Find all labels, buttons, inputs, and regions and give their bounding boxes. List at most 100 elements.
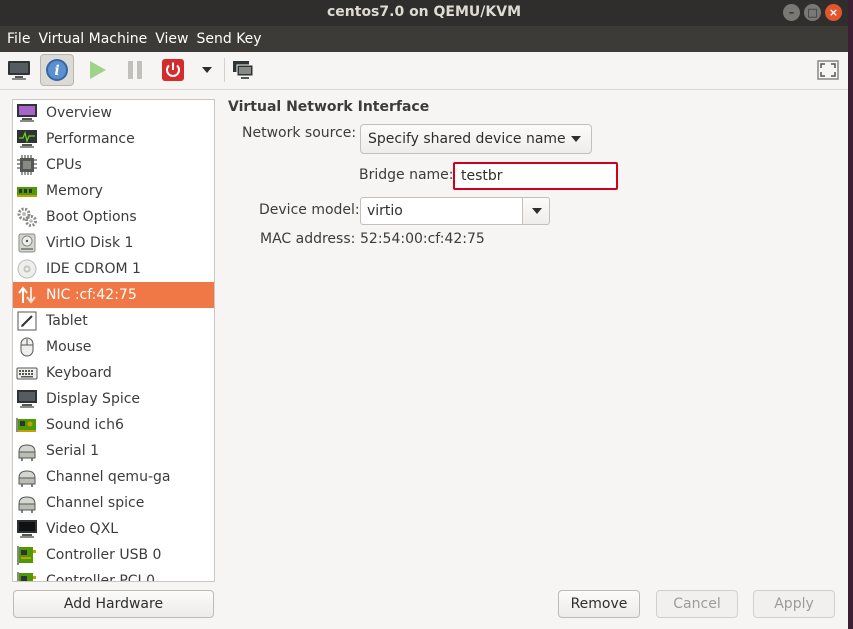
mouse-icon <box>16 336 38 358</box>
console-button[interactable] <box>2 54 36 86</box>
mac-address-value: 52:54:00:cf:42:75 <box>360 231 485 247</box>
sidebar-item-label: VirtIO Disk 1 <box>46 235 134 251</box>
add-hardware-button[interactable]: Add Hardware <box>13 590 214 618</box>
sidebar-item-label: Display Spice <box>46 391 141 407</box>
sidebar-item-label: CPUs <box>46 157 82 173</box>
network-source-value: Specify shared device name <box>368 131 566 147</box>
apply-button[interactable]: Apply <box>753 590 835 618</box>
sidebar-item-label: Channel qemu-ga <box>46 469 171 485</box>
sidebar-item-label: Controller PCI 0 <box>46 573 156 582</box>
serial-icon <box>16 440 38 462</box>
sidebar-item-mouse[interactable]: Mouse <box>13 334 214 360</box>
remove-button[interactable]: Remove <box>558 590 640 618</box>
sidebar-item-cpus[interactable]: CPUs <box>13 152 214 178</box>
details-button[interactable]: i <box>40 54 74 86</box>
controller-icon <box>16 570 38 581</box>
sidebar-item-virtio-disk-1[interactable]: VirtIO Disk 1 <box>13 230 214 256</box>
sound-card-icon <box>16 414 38 436</box>
bridge-name-value: testbr <box>461 168 503 184</box>
chevron-down-icon <box>202 67 212 73</box>
sidebar-item-serial-1[interactable]: Serial 1 <box>13 438 214 464</box>
menu-view[interactable]: View <box>152 31 191 47</box>
snapshots-button[interactable] <box>226 54 260 86</box>
gears-icon <box>16 206 38 228</box>
maximize-button[interactable]: □ <box>804 4 821 21</box>
shutdown-button[interactable] <box>156 54 190 86</box>
section-title: Virtual Network Interface <box>228 99 430 115</box>
sidebar-item-label: Keyboard <box>46 365 112 381</box>
sidebar-item-ide-cdrom-1[interactable]: IDE CDROM 1 <box>13 256 214 282</box>
performance-icon <box>16 128 38 150</box>
sidebar-item-label: Overview <box>46 105 112 121</box>
play-icon <box>90 61 106 79</box>
sidebar-item-controller-usb-0[interactable]: Controller USB 0 <box>13 542 214 568</box>
menu-virtual-machine[interactable]: Virtual Machine <box>35 31 150 47</box>
menu-send-key[interactable]: Send Key <box>193 31 264 47</box>
desktop-background-strip <box>848 0 853 629</box>
sidebar-item-display-spice[interactable]: Display Spice <box>13 386 214 412</box>
disk-icon <box>16 232 38 254</box>
network-icon <box>16 284 38 306</box>
cdrom-icon <box>16 258 38 280</box>
power-icon <box>162 59 184 81</box>
chevron-down-icon <box>571 136 581 142</box>
toolbar: i <box>0 52 848 90</box>
window-title: centos7.0 on QEMU/KVM <box>326 4 522 20</box>
device-model-entry[interactable]: virtio <box>360 197 523 225</box>
toolbar-separator <box>224 58 225 82</box>
title-bar: centos7.0 on QEMU/KVM – □ × <box>0 0 848 26</box>
sidebar-item-channel-spice[interactable]: Channel spice <box>13 490 214 516</box>
menu-file[interactable]: File <box>4 31 33 47</box>
sidebar-item-label: Boot Options <box>46 209 137 225</box>
sidebar-item-boot-options[interactable]: Boot Options <box>13 204 214 230</box>
run-button[interactable] <box>80 54 114 86</box>
minimize-button[interactable]: – <box>783 4 800 21</box>
window-controls: – □ × <box>783 4 842 21</box>
tablet-icon <box>16 310 38 332</box>
sidebar-item-memory[interactable]: Memory <box>13 178 214 204</box>
sidebar-item-label: NIC :cf:42:75 <box>46 287 137 303</box>
cancel-button[interactable]: Cancel <box>656 590 738 618</box>
memory-icon <box>16 180 38 202</box>
channel-icon <box>16 492 38 514</box>
sidebar-item-overview[interactable]: Overview <box>13 100 214 126</box>
sidebar-item-video-qxl[interactable]: Video QXL <box>13 516 214 542</box>
keyboard-icon <box>16 362 38 384</box>
info-icon: i <box>46 59 68 81</box>
shutdown-menu-button[interactable] <box>190 54 224 86</box>
fullscreen-button[interactable] <box>811 54 845 86</box>
sidebar-item-performance[interactable]: Performance <box>13 126 214 152</box>
hardware-list[interactable]: Overview Performance CPUs Memory Boot Op… <box>12 99 215 582</box>
chevron-down-icon <box>532 208 542 214</box>
monitor-purple-icon <box>16 102 38 124</box>
sidebar-item-tablet[interactable]: Tablet <box>13 308 214 334</box>
sidebar-item-label: Tablet <box>46 313 88 329</box>
sidebar-item-label: IDE CDROM 1 <box>46 261 141 277</box>
channel-icon <box>16 466 38 488</box>
sidebar-item-keyboard[interactable]: Keyboard <box>13 360 214 386</box>
sidebar-item-nic[interactable]: NIC :cf:42:75 <box>13 282 214 308</box>
network-source-combo[interactable]: Specify shared device name <box>360 124 592 154</box>
close-button[interactable]: × <box>825 4 842 21</box>
bridge-name-field[interactable]: testbr <box>453 162 618 190</box>
sidebar-item-label: Channel spice <box>46 495 145 511</box>
monitor-icon <box>8 61 30 80</box>
bridge-name-label: Bridge name: <box>359 167 454 183</box>
pause-button[interactable] <box>118 54 152 86</box>
network-source-label: Network source: <box>242 125 357 141</box>
sidebar-item-channel-qemu-ga[interactable]: Channel qemu-ga <box>13 464 214 490</box>
sidebar-item-sound-ich6[interactable]: Sound ich6 <box>13 412 214 438</box>
sidebar-item-controller-pci-0[interactable]: Controller PCI 0 <box>13 568 214 582</box>
display-icon <box>16 388 38 410</box>
sidebar-item-label: Mouse <box>46 339 92 355</box>
pause-icon <box>128 61 142 79</box>
fullscreen-icon <box>817 60 839 80</box>
snapshot-icon <box>233 61 254 79</box>
menu-bar: File Virtual Machine View Send Key <box>0 26 848 52</box>
sidebar-item-label: Sound ich6 <box>46 417 124 433</box>
controller-icon <box>16 544 38 566</box>
device-model-dropdown-button[interactable] <box>522 197 550 225</box>
svg-text:i: i <box>54 63 59 79</box>
device-model-value: virtio <box>367 203 403 219</box>
mac-address-label: MAC address: <box>260 231 356 247</box>
